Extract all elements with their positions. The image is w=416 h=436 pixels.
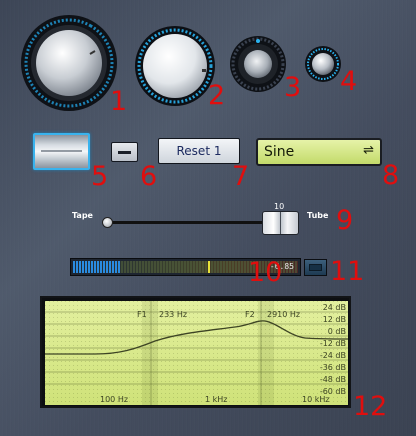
selector-value: Sine — [264, 144, 295, 160]
label-6: 6 — [140, 161, 158, 192]
eq-db-label: 12 dB — [323, 315, 346, 324]
eq-freq-label: 1 kHz — [205, 395, 227, 404]
label-11: 11 — [330, 256, 365, 287]
knob-3[interactable] — [229, 35, 287, 93]
label-5: 5 — [91, 161, 109, 192]
knob-1[interactable] — [20, 14, 118, 112]
eq-marker-f2-name: F2 — [245, 310, 255, 319]
slider-left-label: Tape — [72, 211, 93, 220]
minus-icon — [118, 151, 131, 154]
knob-2[interactable] — [134, 25, 216, 107]
waveform-selector[interactable]: Sine ⇌ — [256, 138, 382, 166]
slider-right-label: Tube — [307, 211, 329, 220]
eq-display[interactable]: F1 233 Hz F2 2910 Hz 24 dB 12 dB 0 dB -1… — [40, 296, 351, 408]
label-9: 9 — [336, 205, 354, 236]
slider-handle[interactable] — [262, 211, 299, 235]
label-1: 1 — [110, 86, 128, 117]
eq-db-label: 0 dB — [328, 327, 346, 336]
eq-db-label: -48 dB — [320, 375, 346, 384]
eq-db-label: 24 dB — [323, 303, 346, 312]
slider-start-dot — [102, 217, 113, 228]
eq-marker-f2-freq: 2910 Hz — [267, 310, 300, 319]
eq-db-label: -24 dB — [320, 351, 346, 360]
eq-marker-f1-freq: 233 Hz — [159, 310, 187, 319]
label-2: 2 — [208, 80, 226, 111]
swap-arrows-icon[interactable]: ⇌ — [363, 143, 374, 158]
eq-freq-label: 100 Hz — [100, 395, 128, 404]
label-3: 3 — [284, 72, 302, 103]
meter-peak-indicator — [208, 261, 210, 273]
reset-button[interactable]: Reset 1 — [158, 138, 240, 164]
knob-4[interactable] — [304, 45, 342, 83]
minus-button[interactable] — [111, 142, 138, 162]
slider-value: 10 — [274, 202, 285, 211]
metal-toggle-button[interactable] — [33, 133, 90, 170]
eq-db-label: -36 dB — [320, 363, 346, 372]
label-4: 4 — [340, 66, 358, 97]
label-12: 12 — [353, 391, 388, 422]
label-7: 7 — [232, 161, 250, 192]
label-8: 8 — [382, 160, 400, 191]
meter-led-button[interactable] — [304, 259, 327, 276]
label-10: 10 — [248, 257, 283, 288]
eq-marker-f1-name: F1 — [137, 310, 147, 319]
eq-db-label: -12 dB — [320, 339, 346, 348]
eq-freq-label: 10 kHz — [302, 395, 330, 404]
meter-level-bar — [73, 261, 121, 273]
